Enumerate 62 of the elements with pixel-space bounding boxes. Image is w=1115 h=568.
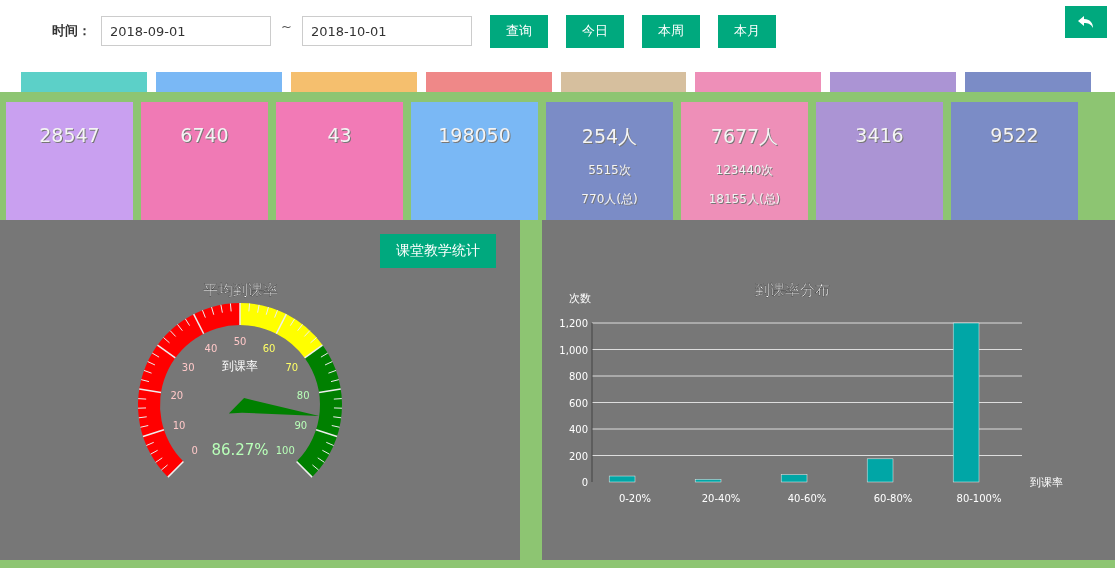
y-tick-label: 400: [568, 424, 588, 435]
category-tab[interactable]: [425, 72, 552, 92]
category-tab[interactable]: [155, 72, 282, 92]
gauge-tick-label: 70: [285, 362, 299, 374]
filter-button[interactable]: 今日: [565, 14, 624, 48]
gauge-tick-label: 80: [296, 390, 310, 401]
category-tab[interactable]: [965, 72, 1091, 92]
chart-bar: [608, 475, 636, 483]
stat-value: 6740: [180, 124, 229, 146]
chart-bar: [866, 458, 894, 483]
y-tick-label: 600: [568, 397, 588, 409]
filter-button[interactable]: 查询: [489, 14, 548, 48]
back-button[interactable]: [1065, 6, 1107, 38]
gauge-tick-label: 0: [191, 445, 198, 457]
y-tick-label: 200: [568, 450, 588, 462]
range-separator: ~: [281, 18, 292, 34]
gauge-value: 86.27%: [211, 441, 269, 459]
y-tick-label: 1,200: [559, 318, 588, 329]
gauge-tick-label: 30: [181, 362, 195, 374]
classroom-stats-button[interactable]: 课堂教学统计: [380, 234, 496, 268]
stat-value: 254人: [581, 124, 638, 149]
stat-value: 7677人: [710, 124, 779, 149]
stat-detail: 770人(总): [581, 191, 638, 208]
end-date-field[interactable]: 2018-10-01: [301, 16, 472, 46]
stat-detail: 5515次: [588, 162, 631, 179]
category-tab[interactable]: [695, 72, 822, 92]
chart-bar: [694, 479, 722, 483]
y-tick-label: 800: [568, 371, 588, 382]
x-tick-label: 20-40%: [701, 493, 741, 504]
gauge-tick-label: 20: [170, 390, 184, 401]
x-axis-title: 到课率: [1030, 476, 1063, 489]
gauge-label: 到课率: [222, 359, 258, 373]
category-tab[interactable]: [21, 72, 147, 92]
start-date-field[interactable]: 2018-09-01: [101, 16, 271, 46]
gauge-tick-label: 60: [262, 343, 276, 354]
gauge-tick-label: 90: [294, 419, 308, 431]
y-tick-label: 1,000: [559, 344, 588, 356]
stat-value: 3416: [855, 124, 904, 146]
x-tick-label: 0-20%: [618, 493, 652, 504]
gauge-tick-label: 40: [204, 343, 218, 354]
stat-detail: 18155人(总): [708, 191, 781, 208]
category-tab[interactable]: [290, 72, 417, 92]
x-tick-label: 40-60%: [787, 493, 827, 504]
stat-value: 9522: [990, 124, 1039, 146]
stat-value: 28547: [39, 124, 100, 146]
x-tick-label: 60-80%: [873, 493, 913, 504]
gauge-tick-label: 100: [275, 445, 295, 457]
gauge-tick-label: 50: [233, 336, 247, 347]
back-icon: [1077, 14, 1095, 30]
gauge-tick-label: 10: [172, 419, 186, 431]
filter-button[interactable]: 本周: [641, 14, 700, 48]
stat-detail: 123440次: [715, 162, 774, 179]
stat-value: 198050: [438, 124, 511, 146]
stat-value: 43: [327, 124, 352, 146]
category-tab[interactable]: [560, 72, 687, 92]
chart-bar: [780, 474, 808, 483]
category-tab[interactable]: [830, 72, 957, 92]
y-axis-title: 次数: [569, 292, 591, 305]
filter-button[interactable]: 本月: [717, 14, 776, 48]
time-label: 时间：: [52, 22, 91, 40]
y-tick-label: 0: [581, 477, 588, 488]
x-tick-label: 80-100%: [956, 493, 1002, 504]
